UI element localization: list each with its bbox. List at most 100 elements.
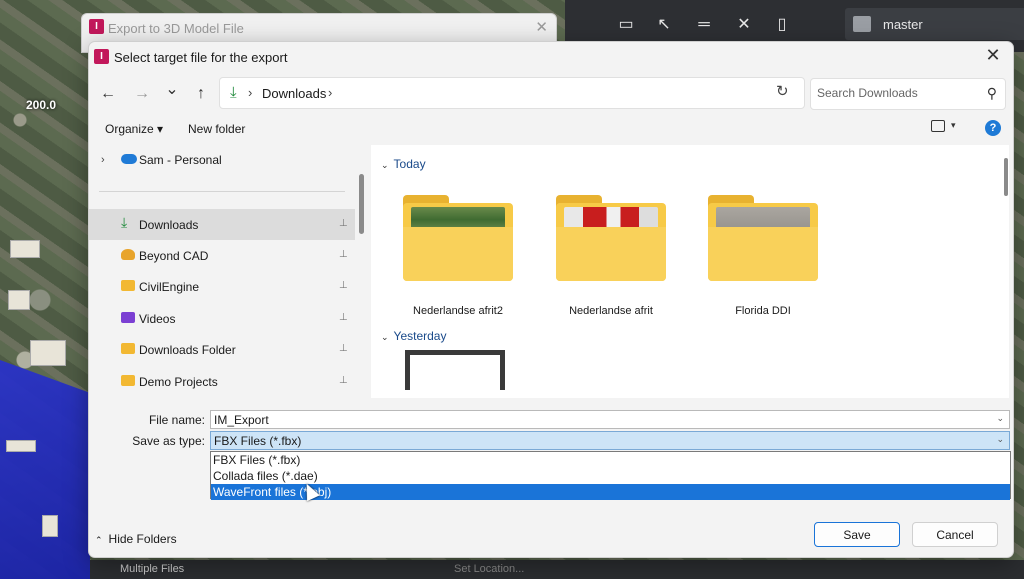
forward-arrow-icon[interactable]: → — [131, 83, 153, 105]
footer-set-location[interactable]: Set Location... — [454, 563, 524, 575]
pin-icon[interactable]: ⊥ — [339, 280, 348, 291]
file-name-input[interactable] — [214, 413, 974, 427]
nav-item-label: Demo Projects — [139, 375, 218, 389]
pointer-icon[interactable]: ↖ — [653, 14, 675, 36]
search-input[interactable] — [817, 86, 977, 100]
hide-folders-button[interactable]: ⌃ Hide Folders — [95, 532, 177, 546]
branch-selector[interactable]: master — [845, 8, 1024, 40]
nav-item-downloads[interactable]: ⤓ Downloads ⊥ — [89, 209, 355, 240]
close-icon[interactable]: ✕ — [535, 18, 548, 36]
breadcrumb-separator: › — [248, 85, 253, 100]
branch-label: master — [883, 17, 923, 32]
pin-icon[interactable]: ⊥ — [339, 312, 348, 323]
nav-item-videos[interactable]: Videos ⊥ — [89, 303, 355, 334]
save-type-label: Save as type: — [132, 434, 205, 448]
new-folder-button[interactable]: New folder — [188, 122, 245, 136]
folder-tile[interactable]: Nederlandse afrit — [536, 175, 666, 317]
address-bar[interactable]: ⤓ › Downloads › ⌄ — [219, 77, 822, 109]
nav-item-label: CivilEngine — [139, 280, 200, 294]
up-arrow-icon[interactable]: ↑ — [190, 83, 212, 105]
view-options-icon[interactable] — [931, 120, 945, 132]
folder-tile[interactable] — [536, 383, 666, 398]
nav-item-label: Beyond CAD — [139, 249, 209, 263]
nav-item-demo-projects[interactable]: Demo Projects ⊥ — [89, 366, 355, 397]
background-building — [8, 290, 30, 310]
back-arrow-icon[interactable]: ← — [97, 83, 119, 105]
tools-icon[interactable]: ✕ — [733, 14, 755, 36]
save-type-select[interactable]: FBX Files (*.fbx) ⌄ — [210, 431, 1010, 450]
nav-item-civilengine[interactable]: CivilEngine ⊥ — [89, 271, 355, 302]
help-icon[interactable]: ? — [985, 120, 1001, 136]
nav-divider — [99, 191, 345, 192]
background-building — [6, 440, 36, 452]
file-list-scrollbar[interactable] — [1004, 158, 1008, 196]
collapse-chevron-icon: ⌄ — [381, 160, 389, 170]
group-header-today[interactable]: ⌄ Today — [381, 157, 426, 171]
close-icon[interactable]: ✕ — [983, 45, 1003, 66]
panel-icon[interactable]: ▯ — [771, 14, 793, 36]
background-footer: Multiple Files Set Location... — [90, 560, 1024, 579]
folder-name: Florida DDI — [735, 305, 791, 317]
app-icon: I — [89, 19, 104, 34]
command-bar: Organize ▾ New folder ▾ ? — [89, 116, 1013, 144]
measure-icon[interactable]: ═ — [693, 14, 715, 36]
branch-icon — [853, 16, 871, 32]
expand-chevron-icon[interactable]: › — [101, 154, 105, 166]
save-type-options-list: FBX Files (*.fbx) Collada files (*.dae) … — [210, 451, 1011, 500]
nav-pane-scrollbar[interactable] — [359, 174, 364, 234]
view-options-chevron-icon[interactable]: ▾ — [951, 120, 956, 131]
folder-icon — [121, 343, 135, 354]
file-document-icon[interactable] — [405, 350, 505, 390]
folder-name: Nederlandse afrit2 — [413, 305, 503, 317]
folder-tile[interactable]: Florida DDI — [688, 175, 818, 317]
chevron-down-icon[interactable]: ⌄ — [996, 413, 1004, 424]
map-elevation-label: 200.0 — [26, 98, 57, 112]
chevron-down-icon[interactable]: ⌄ — [996, 434, 1004, 445]
navigation-bar: ← → ⌄ ↑ ⤓ › Downloads › ⌄ ↻ ⚲ — [89, 72, 1013, 116]
dialog-titlebar: I Select target file for the export ✕ — [89, 42, 1013, 72]
nav-item-beyond-cad[interactable]: Beyond CAD ⊥ — [89, 240, 355, 271]
search-icon[interactable]: ⚲ — [987, 85, 997, 102]
breadcrumb-separator[interactable]: › — [328, 85, 332, 100]
background-selection-area — [0, 360, 90, 579]
file-name-field[interactable]: ⌄ — [210, 410, 1010, 429]
pin-icon[interactable]: ⊥ — [339, 375, 348, 386]
breadcrumb-downloads[interactable]: Downloads — [262, 86, 326, 101]
search-box[interactable]: ⚲ — [810, 78, 1006, 110]
save-type-selected-value: FBX Files (*.fbx) — [214, 434, 302, 448]
save-button[interactable]: Save — [814, 522, 900, 547]
option-wavefront[interactable]: WaveFront files (*.obj) — [211, 484, 1010, 500]
folder-tile[interactable]: Nederlandse afrit2 — [383, 175, 513, 317]
pin-icon[interactable]: ⊥ — [339, 343, 348, 354]
folder-icon — [121, 375, 135, 386]
chevron-up-icon: ⌃ — [95, 535, 103, 545]
file-list: ⌄ Today Nederlandse afrit2 Nederlandse af… — [371, 145, 1009, 398]
cancel-button[interactable]: Cancel — [912, 522, 998, 547]
collapse-chevron-icon: ⌄ — [381, 332, 389, 342]
dialog-title: Select target file for the export — [114, 50, 288, 65]
person-folder-icon — [121, 249, 135, 260]
file-name-label: File name: — [148, 413, 205, 427]
background-building — [30, 340, 66, 366]
background-building — [42, 515, 58, 537]
videos-icon — [121, 312, 135, 323]
folder-icon — [121, 280, 135, 291]
nav-item-label: Sam - Personal — [139, 153, 222, 167]
background-building — [10, 240, 40, 258]
option-fbx[interactable]: FBX Files (*.fbx) — [211, 452, 1010, 468]
option-collada[interactable]: Collada files (*.dae) — [211, 468, 1010, 484]
group-header-yesterday[interactable]: ⌄ Yesterday — [381, 329, 446, 343]
pin-icon[interactable]: ⊥ — [339, 218, 348, 229]
parent-window-title: Export to 3D Model File — [108, 21, 244, 36]
refresh-icon[interactable]: ↻ — [776, 82, 789, 100]
monitor-icon[interactable]: ▭ — [615, 14, 637, 36]
nav-item-label: Videos — [139, 312, 176, 326]
recent-locations-chevron-icon[interactable]: ⌄ — [161, 79, 183, 101]
download-icon: ⤓ — [230, 84, 237, 101]
nav-item-downloads-folder[interactable]: Downloads Folder ⊥ — [89, 334, 355, 365]
organize-button[interactable]: Organize ▾ — [105, 122, 163, 136]
save-file-dialog: I Select target file for the export ✕ ← … — [88, 41, 1014, 558]
folder-name: Nederlandse afrit — [569, 305, 653, 317]
pin-icon[interactable]: ⊥ — [339, 249, 348, 260]
nav-item-label: Downloads — [139, 218, 199, 232]
